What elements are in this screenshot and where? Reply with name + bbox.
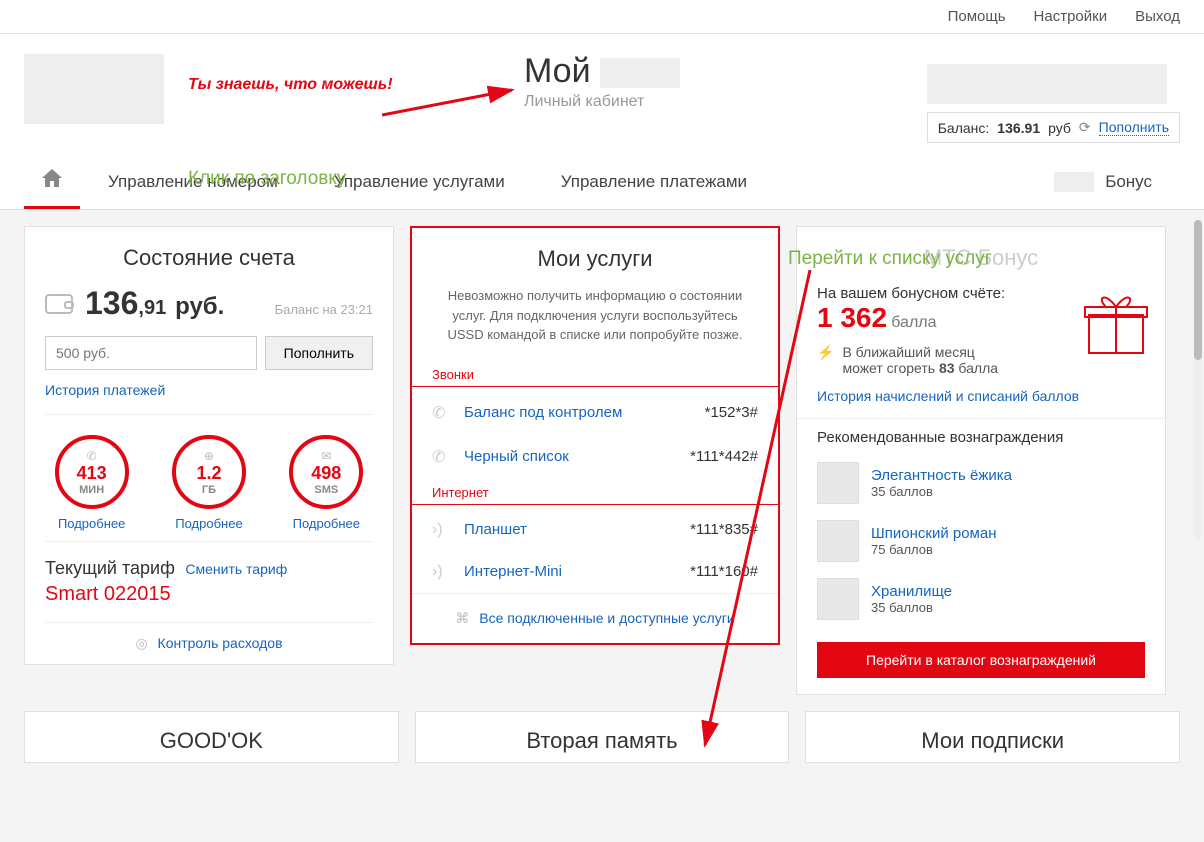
account-title: Состояние счета bbox=[25, 227, 393, 285]
burn-line2: может сгореть 83 балла bbox=[842, 360, 998, 376]
logo-placeholder bbox=[24, 54, 164, 124]
balance-dec: ,91 bbox=[138, 297, 166, 319]
scrollbar-thumb[interactable] bbox=[1194, 220, 1202, 360]
service-row[interactable]: ›) Планшет *111*835# bbox=[412, 509, 778, 551]
reward-price: 75 баллов bbox=[871, 542, 997, 557]
title-prefix: Мой bbox=[524, 52, 591, 90]
annotation-click-header: Клик по заголовку bbox=[188, 168, 346, 190]
memory-panel[interactable]: Вторая память bbox=[415, 711, 790, 763]
reward-price: 35 баллов bbox=[871, 600, 952, 615]
refresh-icon[interactable]: ⟳ bbox=[1079, 119, 1091, 136]
coins-icon: ◎ bbox=[135, 635, 147, 651]
catalog-button[interactable]: Перейти в каталог вознаграждений bbox=[817, 642, 1145, 678]
reward-item[interactable]: Элегантность ёжика 35 баллов bbox=[797, 454, 1165, 512]
services-title: Мои услуги bbox=[412, 228, 778, 286]
reward-thumb bbox=[817, 520, 859, 562]
topup-button[interactable]: Пополнить bbox=[265, 336, 373, 370]
reward-name[interactable]: Шпионский роман bbox=[871, 525, 997, 542]
service-name[interactable]: Черный список bbox=[464, 448, 678, 465]
balance-value: 136.91 bbox=[997, 120, 1040, 136]
category-internet: Интернет bbox=[412, 479, 778, 505]
services-error-message: Невозможно получить информацию о состоян… bbox=[412, 286, 778, 361]
handset-icon: ✆ bbox=[432, 403, 452, 423]
title-subtitle: Личный кабинет bbox=[524, 93, 680, 111]
balance-currency: руб bbox=[1048, 120, 1071, 136]
wallet-icon bbox=[45, 290, 75, 321]
slogan: Ты знаешь, что можешь! bbox=[188, 76, 393, 94]
data-more-link[interactable]: Подробнее bbox=[175, 516, 242, 531]
tariff-label: Текущий тариф bbox=[45, 558, 175, 578]
subscriptions-title: Мои подписки bbox=[806, 712, 1179, 762]
globe-icon: ⊕ bbox=[204, 449, 214, 463]
bonus-logo-blurred bbox=[1054, 172, 1094, 192]
signal-icon: ›) bbox=[432, 521, 452, 539]
title-blurred bbox=[600, 58, 680, 88]
service-ussd: *111*442# bbox=[690, 448, 758, 465]
nav-payments[interactable]: Управление платежами bbox=[533, 158, 775, 206]
gift-icon bbox=[1081, 287, 1151, 362]
balance-curr: руб. bbox=[175, 293, 224, 320]
annotation-go-services: Перейти к списку услуг bbox=[788, 248, 992, 270]
sms-more-link[interactable]: Подробнее bbox=[293, 516, 360, 531]
payment-history-link[interactable]: История платежей bbox=[25, 378, 393, 414]
reward-thumb bbox=[817, 462, 859, 504]
service-row[interactable]: ✆ Баланс под контролем *152*3# bbox=[412, 391, 778, 435]
nav-bonus[interactable]: Бонус bbox=[1026, 158, 1180, 207]
usage-data[interactable]: ⊕ 1.2 ГБ Подробнее bbox=[172, 435, 246, 533]
scrollbar[interactable] bbox=[1194, 220, 1202, 540]
service-row[interactable]: ›) Интернет-Mini *111*160# bbox=[412, 551, 778, 593]
nav-home-icon[interactable] bbox=[24, 155, 80, 209]
goodok-title: GOOD'OK bbox=[25, 712, 398, 762]
usage-minutes[interactable]: ✆ 413 МИН Подробнее bbox=[55, 435, 129, 533]
goodok-panel[interactable]: GOOD'OK bbox=[24, 711, 399, 763]
phone-number-blurred bbox=[927, 64, 1167, 104]
balance-timestamp: Баланс на 23:21 bbox=[275, 302, 373, 317]
account-panel: Состояние счета 136,91 руб. Баланс на 23… bbox=[24, 226, 394, 665]
balance-int: 136 bbox=[85, 285, 138, 321]
phone-icon: ✆ bbox=[87, 449, 97, 463]
usage-sms[interactable]: ✉ 498 SMS Подробнее bbox=[289, 435, 363, 533]
service-name[interactable]: Интернет-Mini bbox=[464, 563, 678, 580]
reward-name[interactable]: Хранилище bbox=[871, 583, 952, 600]
reward-item[interactable]: Шпионский роман 75 баллов bbox=[797, 512, 1165, 570]
topup-link[interactable]: Пополнить bbox=[1099, 119, 1169, 136]
all-services-link[interactable]: ⌘ Все подключенные и доступные услуги bbox=[412, 593, 778, 643]
lightning-icon: ⚡ bbox=[817, 344, 834, 361]
services-panel: Мои услуги Невозможно получить информаци… bbox=[410, 226, 780, 645]
expense-control-link[interactable]: ◎ Контроль расходов bbox=[25, 623, 393, 664]
service-ussd: *152*3# bbox=[705, 404, 758, 421]
bonus-panel: МТС Бонус На вашем бонусном счёте: 1 362… bbox=[796, 226, 1166, 695]
service-ussd: *111*835# bbox=[690, 521, 758, 538]
bonus-unit: балла bbox=[891, 314, 936, 331]
reward-name[interactable]: Элегантность ёжика bbox=[871, 467, 1012, 484]
signal-icon: ›) bbox=[432, 563, 452, 581]
grid-icon: ⌘ bbox=[455, 610, 469, 626]
service-ussd: *111*160# bbox=[690, 563, 758, 580]
reward-price: 35 баллов bbox=[871, 484, 1012, 499]
burn-line1: В ближайший месяц bbox=[842, 344, 998, 360]
rewards-title: Рекомендованные вознаграждения bbox=[797, 418, 1165, 454]
bonus-history-link[interactable]: История начислений и списаний баллов bbox=[797, 388, 1165, 418]
memory-title: Вторая память bbox=[416, 712, 789, 762]
reward-thumb bbox=[817, 578, 859, 620]
mail-icon: ✉ bbox=[321, 449, 331, 463]
subscriptions-panel[interactable]: Мои подписки bbox=[805, 711, 1180, 763]
topup-amount-input[interactable] bbox=[45, 336, 257, 370]
help-link[interactable]: Помощь bbox=[948, 8, 1006, 25]
handset-icon: ✆ bbox=[432, 447, 452, 467]
logout-link[interactable]: Выход bbox=[1135, 8, 1180, 25]
balance-label: Баланс: bbox=[938, 120, 990, 136]
category-calls: Звонки bbox=[412, 361, 778, 387]
service-name[interactable]: Баланс под контролем bbox=[464, 404, 693, 421]
tariff-name: Smart 022015 bbox=[45, 583, 373, 606]
tariff-change-link[interactable]: Сменить тариф bbox=[185, 561, 287, 577]
bonus-amount: 1 362 bbox=[817, 302, 887, 333]
service-row[interactable]: ✆ Черный список *111*442# bbox=[412, 435, 778, 479]
service-name[interactable]: Планшет bbox=[464, 521, 678, 538]
settings-link[interactable]: Настройки bbox=[1034, 8, 1108, 25]
reward-item[interactable]: Хранилище 35 баллов bbox=[797, 570, 1165, 628]
minutes-more-link[interactable]: Подробнее bbox=[58, 516, 125, 531]
